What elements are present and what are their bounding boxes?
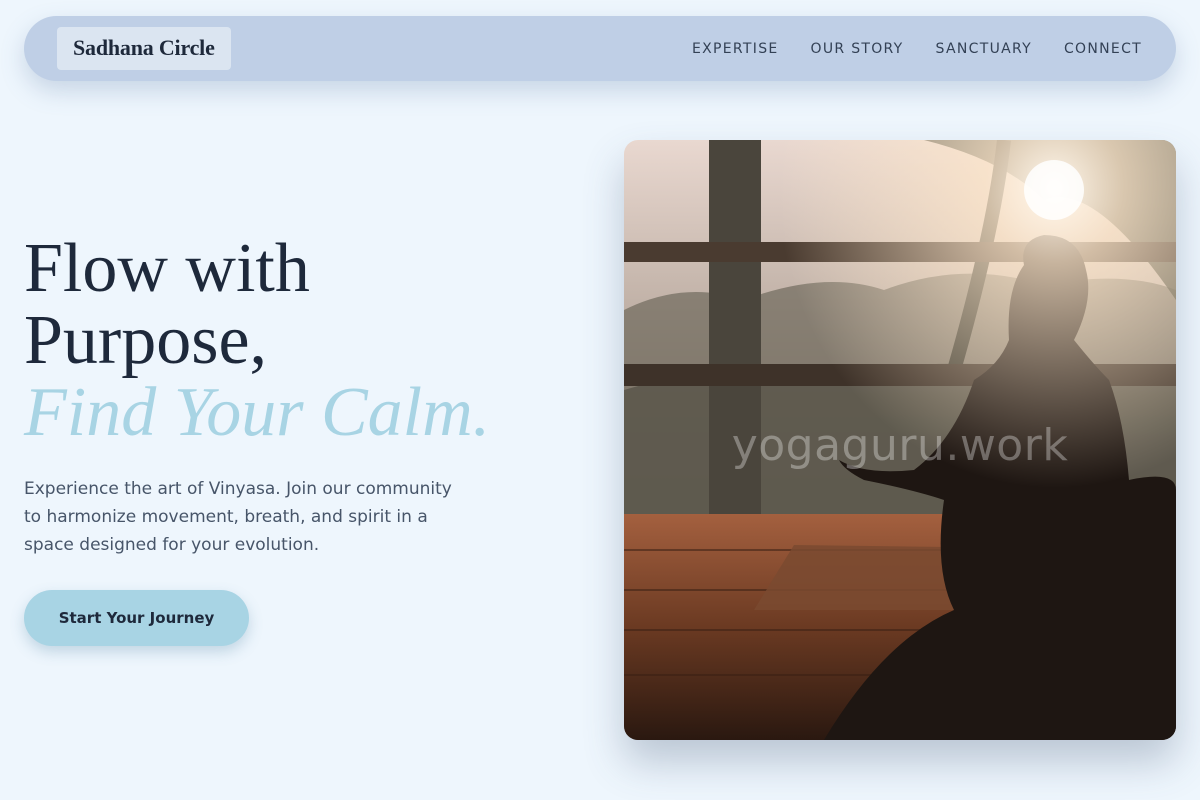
brand-logo[interactable]: Sadhana Circle	[57, 27, 231, 70]
nav-link-our-story[interactable]: OUR STORY	[811, 41, 904, 57]
nav-link-sanctuary[interactable]: SANCTUARY	[936, 41, 1032, 57]
nav-link-expertise[interactable]: EXPERTISE	[692, 41, 779, 57]
hero-image: yogaguru.work	[624, 140, 1176, 740]
hero-title-accent: Find Your Calm.	[24, 374, 491, 451]
hero-title: Flow with Purpose, Find Your Calm.	[24, 233, 584, 449]
navbar: Sadhana Circle EXPERTISE OUR STORY SANCT…	[24, 16, 1176, 81]
start-journey-button[interactable]: Start Your Journey	[24, 590, 249, 646]
nav-links: EXPERTISE OUR STORY SANCTUARY CONNECT	[692, 41, 1142, 57]
image-watermark: yogaguru.work	[731, 420, 1069, 471]
hero-title-line-1: Flow with	[24, 230, 310, 307]
hero-description: Experience the art of Vinyasa. Join our …	[24, 479, 452, 555]
nav-link-connect[interactable]: CONNECT	[1064, 41, 1142, 57]
hero-title-line-2: Purpose,	[24, 302, 268, 379]
